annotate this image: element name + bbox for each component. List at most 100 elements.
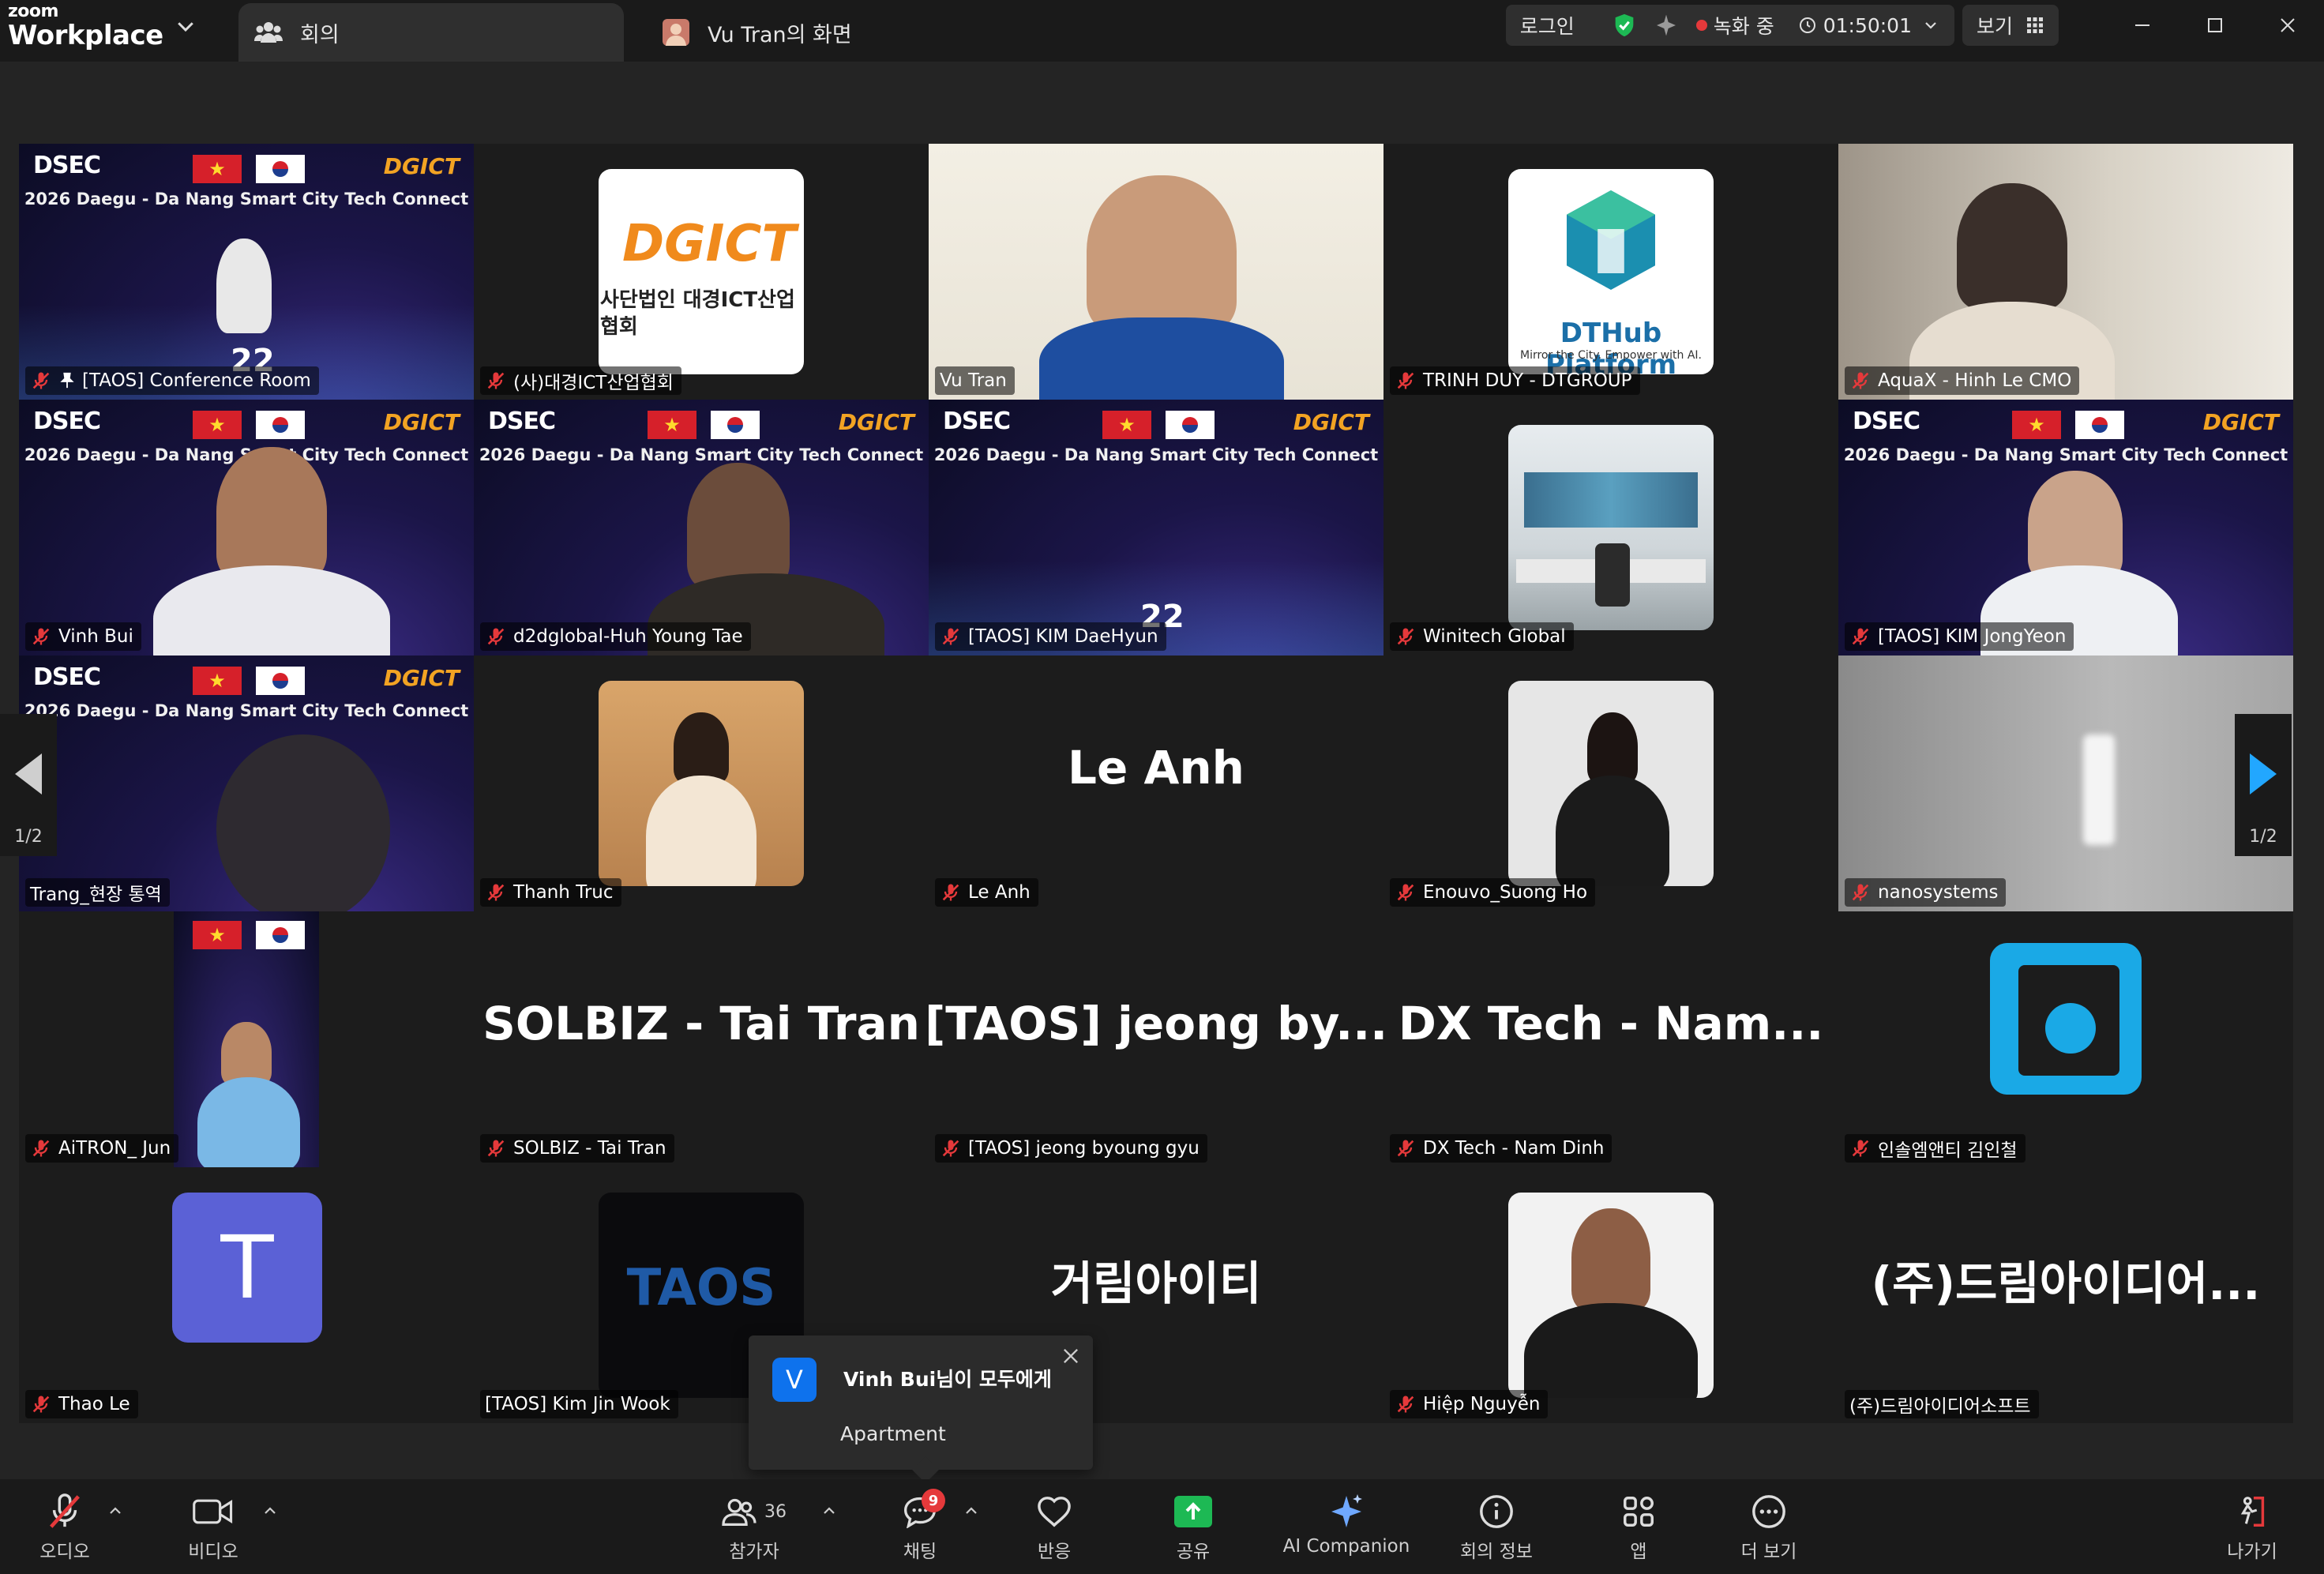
- participant-tile[interactable]: SOLBIZ - Tai Tran SOLBIZ - Tai Tran: [474, 911, 929, 1167]
- participant-tile[interactable]: Hiệp Nguyễn: [1384, 1167, 1838, 1423]
- dgict-logo: DGICT: [383, 665, 460, 691]
- participant-label: Vinh Bui: [25, 622, 141, 651]
- avatar-card: DGICT 사단법인 대경ICT산업협회: [599, 169, 804, 374]
- participant-tile[interactable]: DGICT 사단법인 대경ICT산업협회 (사)대경ICT산업협회: [474, 144, 929, 400]
- korea-flag-icon: [256, 921, 305, 949]
- participant-tile[interactable]: DSEC DGICT 2026 Daegu - Da Nang Smart Ci…: [929, 400, 1384, 656]
- mic-muted-icon: [1397, 372, 1414, 389]
- maximize-icon: [2208, 18, 2222, 32]
- more-label: 더 보기: [1740, 1542, 1797, 1562]
- tab-meeting[interactable]: 회의: [238, 3, 624, 62]
- share-label: 공유: [1176, 1542, 1211, 1562]
- dsec-logo: DSEC: [943, 408, 1011, 435]
- mic-muted-icon: [1852, 628, 1869, 645]
- taos-logo: TAOS: [626, 1259, 776, 1317]
- audio-options-chevron-icon[interactable]: [106, 1501, 125, 1520]
- avatar-card: DTHub Platform Mirror the City. Empower …: [1508, 169, 1714, 374]
- flags: [193, 921, 305, 949]
- audio-button[interactable]: 오디오: [33, 1487, 96, 1574]
- card-subtitle: 사단법인 대경ICT산업협회: [600, 288, 795, 339]
- vietnam-flag-icon: [1102, 411, 1151, 439]
- participant-tile[interactable]: [TAOS] jeong by... [TAOS] jeong byoung g…: [929, 911, 1384, 1167]
- reactions-button[interactable]: 반응: [1027, 1487, 1082, 1574]
- ai-label: AI Companion: [1282, 1536, 1410, 1557]
- participant-tile[interactable]: Thanh Truc: [474, 656, 929, 911]
- shield-check-icon[interactable]: [1611, 12, 1638, 39]
- tab-shared-screen[interactable]: Vu Tran의 화면: [660, 3, 852, 62]
- participant-tile[interactable]: Winitech Global: [1384, 400, 1838, 656]
- participant-tile[interactable]: 인솔엠앤티 김인철: [1838, 911, 2293, 1167]
- participant-name: (사)대경ICT산업협회: [513, 373, 674, 393]
- participant-tile[interactable]: AiTRON_ Jun: [19, 911, 474, 1167]
- event-banner: DSEC DGICT 2026 Daegu - Da Nang Smart Ci…: [19, 656, 474, 911]
- video-options-chevron-icon[interactable]: [261, 1501, 280, 1520]
- participant-label: [TAOS] jeong byoung gyu: [935, 1134, 1207, 1163]
- participant-tile[interactable]: Le Anh Le Anh: [929, 656, 1384, 911]
- video-button[interactable]: 비디오: [182, 1487, 245, 1574]
- participant-tile[interactable]: DX Tech - Nam... DX Tech - Nam Dinh: [1384, 911, 1838, 1167]
- login-link[interactable]: 로그인: [1520, 11, 1575, 39]
- participant-label: AiTRON_ Jun: [25, 1134, 179, 1163]
- participant-tile[interactable]: DSEC DGICT 2026 Daegu - Da Nang Smart Ci…: [1838, 400, 2293, 656]
- apps-button[interactable]: 앱: [1611, 1487, 1666, 1574]
- maximize-button[interactable]: [2179, 0, 2251, 51]
- participant-head: [1587, 712, 1638, 783]
- participant-label: d2dglobal-Huh Young Tae: [480, 622, 751, 651]
- timer-chevron-icon[interactable]: [1921, 16, 1940, 35]
- mic-muted-icon: [487, 372, 505, 389]
- participant-name: Trang_현장 통역: [30, 885, 162, 905]
- participant-tile-active-speaker[interactable]: DSEC DGICT 2026 Daegu - Da Nang Smart Ci…: [19, 656, 474, 911]
- participants-options-chevron-icon[interactable]: [820, 1501, 839, 1520]
- participant-tile[interactable]: Vu Tran: [929, 144, 1384, 400]
- participant-head: [1571, 1208, 1650, 1311]
- previous-page-button[interactable]: 1/2: [0, 714, 57, 856]
- meeting-info-button[interactable]: 회의 정보: [1451, 1487, 1541, 1574]
- recording-label[interactable]: 녹화 중: [1714, 11, 1774, 39]
- banner-title: 2026 Daegu - Da Nang Smart City Tech Con…: [479, 445, 924, 464]
- participant-tile[interactable]: DSEC DGICT 2026 Daegu - Da Nang Smart Ci…: [474, 400, 929, 656]
- participant-display-name: (주)드림아이디어...: [1871, 1257, 2261, 1310]
- participant-name: TRINH DUY - DTGROUP: [1423, 370, 1632, 391]
- event-banner: DSEC DGICT 2026 Daegu - Da Nang Smart Ci…: [19, 400, 474, 656]
- participant-name: SOLBIZ - Tai Tran: [513, 1138, 666, 1159]
- more-dots-icon: [1752, 1495, 1785, 1528]
- chevron-down-icon[interactable]: [174, 14, 197, 38]
- participant-body: [1524, 1303, 1698, 1398]
- leave-button[interactable]: 나가기: [2221, 1487, 2284, 1574]
- chat-options-chevron-icon[interactable]: [962, 1501, 981, 1520]
- korea-flag-icon: [256, 155, 305, 183]
- participant-tile[interactable]: Enouvo_Suong Ho: [1384, 656, 1838, 911]
- close-icon[interactable]: [1060, 1345, 1082, 1367]
- sparkle-icon[interactable]: [1654, 13, 1679, 38]
- participant-label: Thao Le: [25, 1390, 138, 1418]
- ai-companion-button[interactable]: AI Companion: [1279, 1487, 1414, 1574]
- participant-body: [153, 565, 390, 656]
- dgict-card-logo: DGICT: [622, 215, 797, 273]
- chat-button[interactable]: 9 채팅: [892, 1487, 948, 1574]
- dgict-logo: DGICT: [838, 409, 914, 435]
- participant-tile[interactable]: DTHub Platform Mirror the City. Empower …: [1384, 144, 1838, 400]
- next-page-button[interactable]: 1/2: [2235, 714, 2292, 856]
- view-button[interactable]: 보기: [1962, 5, 2059, 46]
- more-button[interactable]: 더 보기: [1734, 1487, 1804, 1574]
- participant-name: nanosystems: [1878, 882, 1999, 903]
- user-avatar-icon: [660, 18, 692, 47]
- minimize-button[interactable]: [2106, 0, 2179, 51]
- participant-tile[interactable]: AquaX - Hinh Le CMO: [1838, 144, 2293, 400]
- avatar-card: [1508, 681, 1714, 886]
- chat-notification[interactable]: V Vinh Bui님이 모두에게 Apartment: [749, 1335, 1093, 1483]
- participant-tile[interactable]: DSEC DGICT 2026 Daegu - Da Nang Smart Ci…: [19, 144, 474, 400]
- mic-muted-icon: [1397, 1396, 1414, 1413]
- triangle-left-icon: [15, 753, 42, 795]
- close-window-button[interactable]: [2251, 0, 2324, 51]
- share-screen-icon: [1174, 1496, 1212, 1527]
- share-button[interactable]: 공유: [1166, 1487, 1221, 1574]
- participants-icon: [722, 1498, 757, 1526]
- participants-button[interactable]: 36 참가자: [711, 1487, 798, 1574]
- participant-tile[interactable]: T Thao Le: [19, 1167, 474, 1423]
- pin-icon: [60, 372, 74, 389]
- participant-tile[interactable]: DSEC DGICT 2026 Daegu - Da Nang Smart Ci…: [19, 400, 474, 656]
- apps-label: 앱: [1630, 1542, 1647, 1562]
- participant-tile[interactable]: (주)드림아이디어... (주)드림아이디어소프트: [1838, 1167, 2293, 1423]
- participant-tile[interactable]: nanosystems: [1838, 656, 2293, 911]
